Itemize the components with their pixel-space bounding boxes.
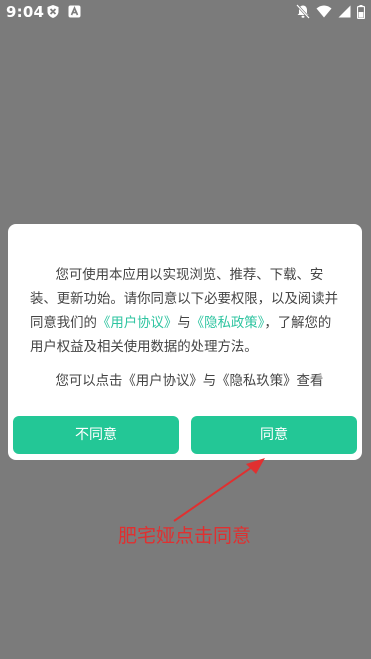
consent-conjunction: 与 bbox=[177, 316, 191, 331]
app-notification-icon bbox=[68, 5, 81, 18]
annotation-arrow-icon bbox=[173, 458, 265, 522]
status-right-icons bbox=[296, 4, 365, 19]
view-hint-text: 您可以点击《用户协议》与《隐私玖策》查看 bbox=[55, 374, 324, 389]
agree-button[interactable]: 同意 bbox=[191, 416, 357, 454]
privacy-consent-dialog: 您可使用本应用以实现浏览、推荐、下载、安装、更新功始。请你同意以下必要权限，以及… bbox=[8, 224, 362, 460]
dialog-body: 您可使用本应用以实现浏览、推荐、下载、安装、更新功始。请你同意以下必要权限，以及… bbox=[30, 264, 342, 394]
signal-icon bbox=[338, 5, 351, 18]
user-agreement-link[interactable]: 《用户协议》 bbox=[97, 316, 177, 331]
consent-paragraph: 您可使用本应用以实现浏览、推荐、下载、安装、更新功始。请你同意以下必要权限，以及… bbox=[30, 264, 342, 360]
wifi-icon bbox=[316, 5, 332, 18]
disagree-button[interactable]: 不同意 bbox=[13, 416, 179, 454]
annotation-text: 肥宅娅点击同意 bbox=[118, 525, 252, 547]
shield-notification-icon bbox=[46, 4, 60, 19]
status-bar: 9:04 bbox=[0, 0, 371, 24]
battery-icon bbox=[357, 4, 365, 19]
status-time: 9:04 bbox=[6, 3, 45, 21]
bell-off-icon bbox=[296, 4, 310, 19]
privacy-policy-link[interactable]: 《隐私政策》 bbox=[191, 316, 265, 331]
status-left-icons bbox=[46, 4, 81, 19]
